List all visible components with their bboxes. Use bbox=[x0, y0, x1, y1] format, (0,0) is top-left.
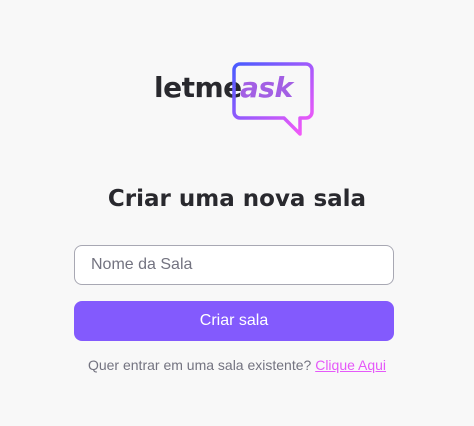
page-title: Criar uma nova sala bbox=[107, 186, 367, 212]
join-room-prompt-text: Quer entrar em uma sala existente? bbox=[87, 357, 312, 373]
create-room-button[interactable]: Criar sala bbox=[74, 301, 394, 341]
join-room-link[interactable]: Clique Aqui bbox=[315, 357, 386, 373]
logo-word-ask: ask bbox=[240, 71, 293, 104]
letmeask-logo: letme ask bbox=[154, 62, 314, 138]
logo-word-letme: letme bbox=[154, 71, 242, 104]
join-room-prompt: Quer entrar em uma sala existente? Cliqu… bbox=[0, 357, 474, 374]
room-name-input[interactable] bbox=[74, 245, 394, 285]
